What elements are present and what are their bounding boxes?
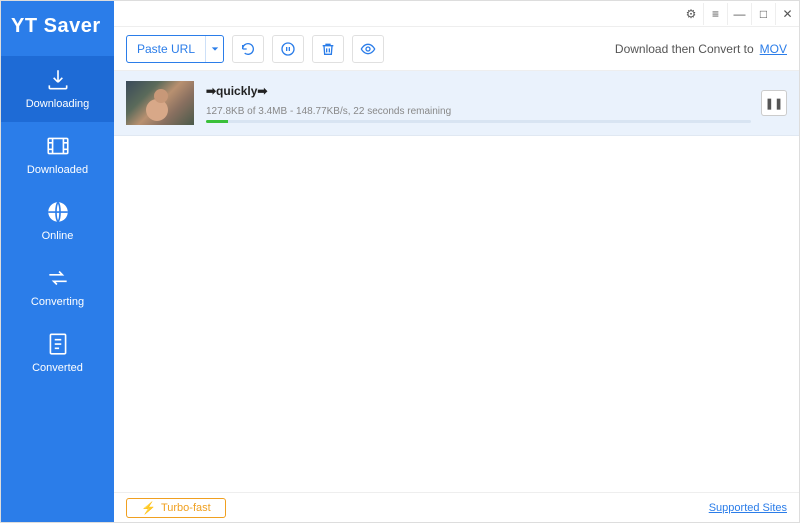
download-info: ➡quickly➡ 127.8KB of 3.4MB - 148.77KB/s,…	[206, 84, 751, 123]
progress-fill	[206, 120, 228, 123]
delete-button[interactable]	[312, 35, 344, 63]
sidebar-item-converting[interactable]: Converting	[1, 254, 114, 320]
download-list: ➡quickly➡ 127.8KB of 3.4MB - 148.77KB/s,…	[114, 71, 799, 492]
sidebar: YT Saver Downloading Downloaded Online C…	[1, 1, 114, 522]
download-status: 127.8KB of 3.4MB - 148.77KB/s, 22 second…	[206, 106, 751, 117]
maximize-icon: □	[760, 7, 767, 21]
minimize-button[interactable]: —	[727, 3, 751, 25]
sidebar-item-downloaded[interactable]: Downloaded	[1, 122, 114, 188]
sidebar-item-online[interactable]: Online	[1, 188, 114, 254]
sidebar-item-label: Downloaded	[27, 164, 88, 176]
pause-circle-icon	[280, 41, 296, 57]
refresh-button[interactable]	[232, 35, 264, 63]
sidebar-item-converted[interactable]: Converted	[1, 320, 114, 386]
download-icon	[43, 66, 73, 94]
document-icon	[43, 330, 73, 358]
trash-icon	[320, 41, 336, 57]
download-title: ➡quickly➡	[206, 84, 751, 98]
maximize-button[interactable]: □	[751, 3, 775, 25]
bolt-icon: ⚡	[141, 501, 156, 515]
sidebar-item-label: Downloading	[26, 98, 90, 110]
preview-button[interactable]	[352, 35, 384, 63]
settings-button[interactable]: ⚙	[679, 3, 703, 25]
chevron-down-icon	[211, 45, 219, 53]
sidebar-item-label: Converted	[32, 362, 83, 374]
titlebar: ⚙ ≡ — □ ✕	[114, 1, 799, 27]
refresh-icon	[240, 41, 256, 57]
sidebar-item-downloading[interactable]: Downloading	[1, 56, 114, 122]
convert-format-control: Download then Convert to MOV	[615, 42, 787, 56]
pause-button[interactable]: ❚❚	[761, 90, 787, 116]
download-item[interactable]: ➡quickly➡ 127.8KB of 3.4MB - 148.77KB/s,…	[114, 71, 799, 136]
globe-icon	[43, 198, 73, 226]
paste-url-button[interactable]: Paste URL	[127, 36, 205, 62]
app-title: YT Saver	[1, 1, 114, 56]
pause-icon: ❚❚	[765, 97, 783, 110]
film-icon	[43, 132, 73, 160]
supported-sites-link[interactable]: Supported Sites	[709, 502, 787, 514]
close-icon: ✕	[782, 7, 792, 21]
turbo-fast-button[interactable]: ⚡ Turbo-fast	[126, 498, 226, 518]
close-button[interactable]: ✕	[775, 3, 799, 25]
pause-all-button[interactable]	[272, 35, 304, 63]
minimize-icon: —	[734, 7, 746, 21]
format-selector[interactable]: MOV	[760, 42, 787, 56]
turbo-label: Turbo-fast	[161, 502, 211, 514]
toolbar: Paste URL Download then Convert to MOV	[114, 27, 799, 71]
video-thumbnail	[126, 81, 194, 125]
gear-icon: ⚙	[686, 7, 697, 21]
sidebar-item-label: Online	[42, 230, 74, 242]
paste-url-group: Paste URL	[126, 35, 224, 63]
eye-icon	[360, 41, 376, 57]
menu-button[interactable]: ≡	[703, 3, 727, 25]
convert-icon	[43, 264, 73, 292]
convert-label: Download then Convert to	[615, 42, 754, 56]
main-panel: ⚙ ≡ — □ ✕ Paste URL	[114, 1, 799, 522]
menu-icon: ≡	[712, 7, 719, 21]
progress-bar	[206, 120, 751, 123]
sidebar-item-label: Converting	[31, 296, 84, 308]
footer: ⚡ Turbo-fast Supported Sites	[114, 492, 799, 522]
paste-url-dropdown[interactable]	[205, 36, 223, 62]
